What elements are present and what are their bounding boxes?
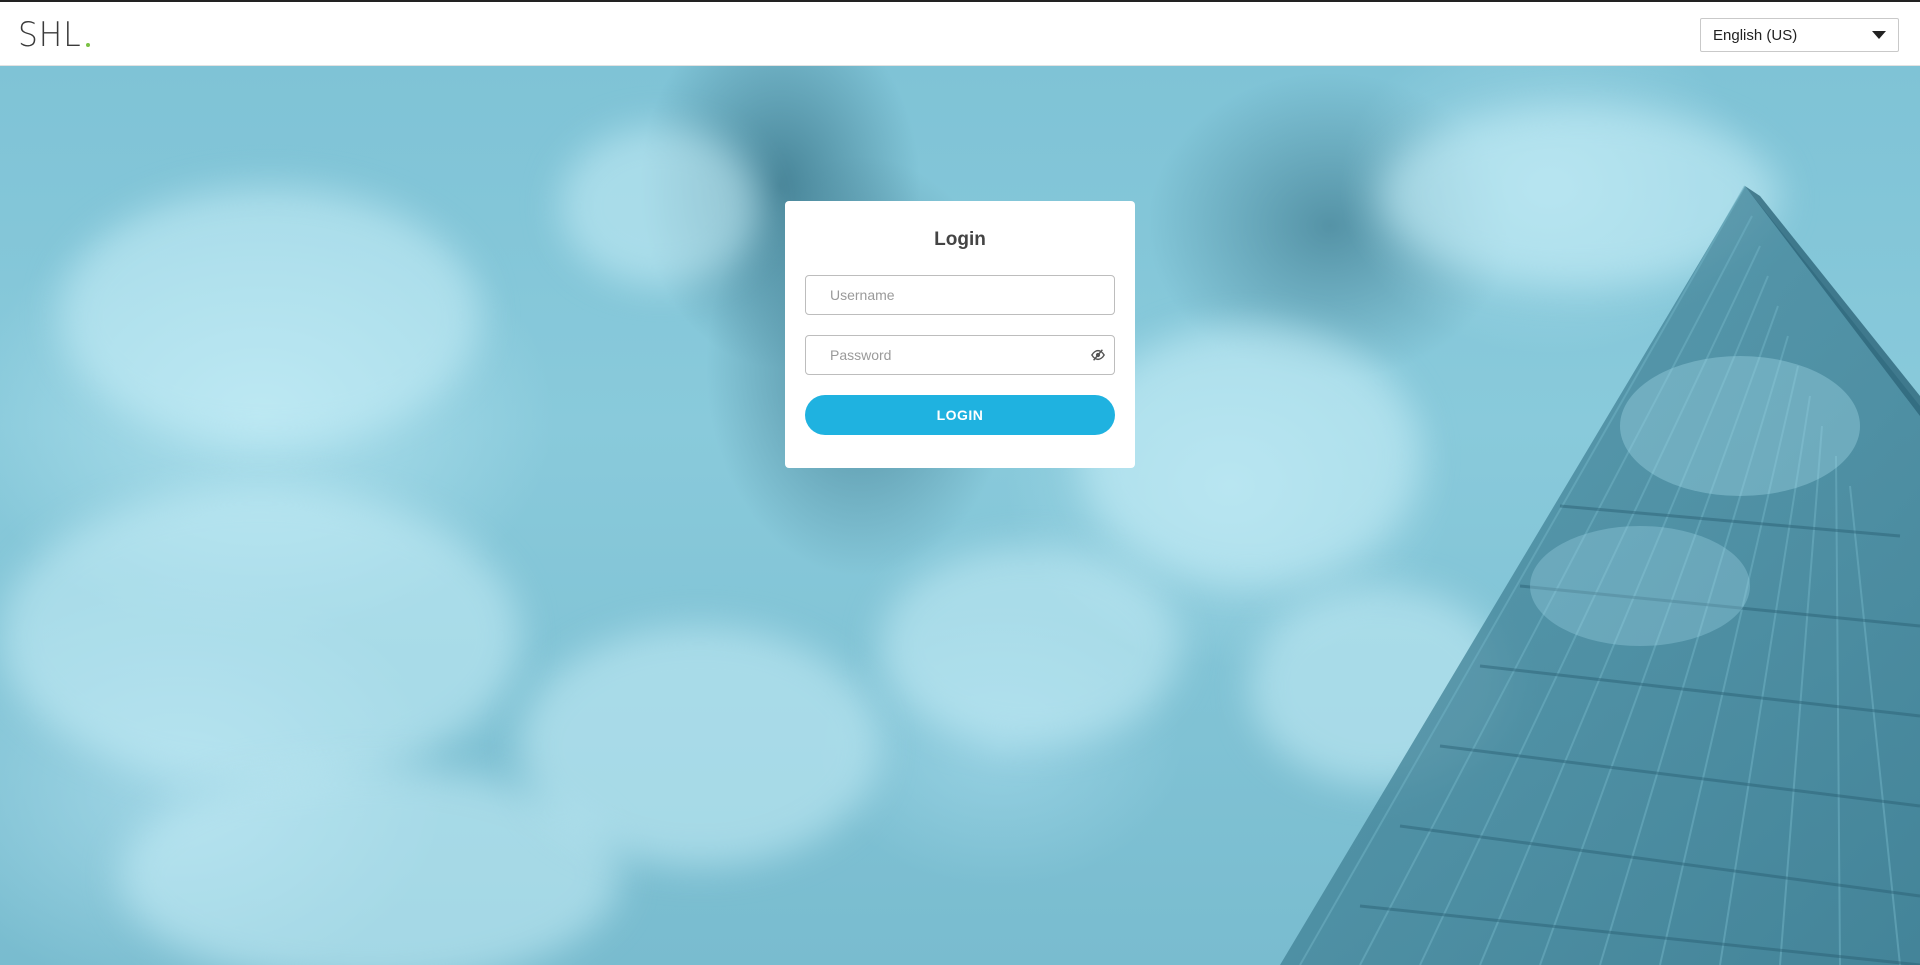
password-field-wrapper bbox=[805, 335, 1115, 375]
background-image: Login LOGIN bbox=[0, 66, 1920, 965]
login-page: SHL English (US) Login Username LOGIN bbox=[0, 0, 1920, 965]
chevron-down-icon bbox=[1872, 31, 1886, 39]
logo-dot bbox=[86, 43, 91, 47]
language-select-value: English (US) bbox=[1713, 26, 1798, 44]
top-header: SHL English (US) bbox=[0, 0, 1920, 66]
logo-text: SHL bbox=[18, 15, 82, 55]
username-field-wrapper bbox=[805, 275, 1115, 315]
password-input[interactable] bbox=[806, 336, 1114, 374]
shl-logo[interactable]: SHL bbox=[18, 15, 91, 55]
language-select[interactable]: English (US) bbox=[1700, 18, 1899, 52]
eye-slash-icon[interactable] bbox=[1091, 348, 1105, 362]
username-input[interactable] bbox=[806, 276, 1114, 314]
login-button[interactable]: LOGIN bbox=[805, 395, 1115, 435]
login-card: Login LOGIN bbox=[785, 201, 1135, 468]
login-title: Login bbox=[934, 229, 986, 250]
